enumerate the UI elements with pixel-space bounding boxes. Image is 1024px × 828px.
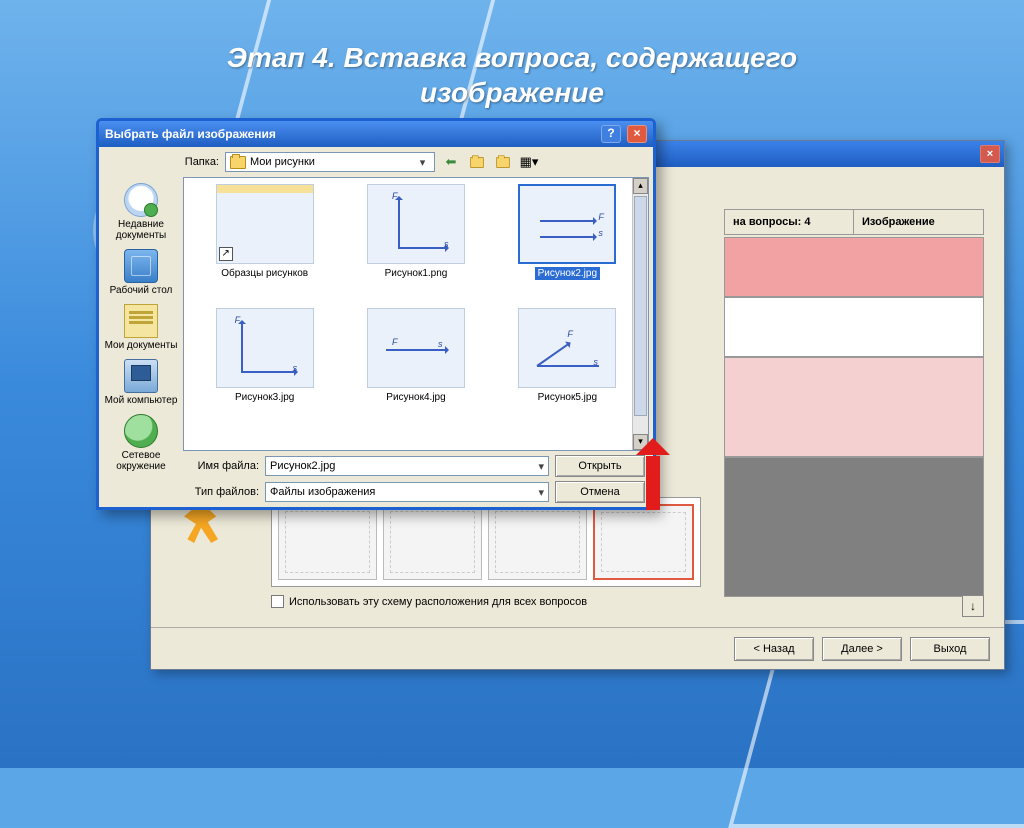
scroll-thumb[interactable] [634, 196, 647, 416]
place-network-label: Сетевое окружение [116, 450, 165, 472]
place-documents[interactable]: Мои документы [103, 302, 179, 353]
place-computer[interactable]: Мой компьютер [103, 357, 179, 408]
dialog-title: Выбрать файл изображения [105, 127, 595, 141]
file-label-1: Рисунок1.png [382, 267, 451, 280]
my-documents-icon [124, 304, 158, 338]
layout-option-4[interactable] [593, 504, 694, 580]
filetype-value: Файлы изображения [270, 486, 375, 498]
filename-input[interactable]: Рисунок2.jpg ▾ [265, 456, 549, 476]
wizard-table-header: на вопросы: 4 Изображение [724, 209, 984, 235]
layout-option-1[interactable] [278, 504, 377, 580]
file-thumb-2: F s [518, 184, 616, 264]
recent-documents-icon [124, 183, 158, 217]
chevron-down-icon[interactable]: ▾ [538, 486, 544, 499]
view-menu-icon[interactable]: ▦▾ [519, 152, 539, 172]
network-icon [124, 414, 158, 448]
file-area-scrollbar[interactable]: ▴ ▾ [632, 178, 648, 450]
place-computer-label: Мой компьютер [105, 395, 178, 406]
dialog-toolbar: Папка: Мои рисунки ▾ ⬅ ▦▾ [99, 147, 653, 177]
dialog-bottom-panel: Имя файла: Рисунок2.jpg ▾ Открыть Тип фа… [99, 451, 653, 507]
use-layout-label: Использовать эту схему расположения для … [289, 596, 587, 608]
exit-button[interactable]: Выход [910, 637, 990, 661]
next-button[interactable]: Далее > [822, 637, 902, 661]
open-button[interactable]: Открыть [555, 455, 645, 477]
wizard-empty-area [724, 457, 984, 597]
wizard-close-icon[interactable]: × [980, 145, 1000, 163]
file-thumb-5: F s [518, 308, 616, 388]
chevron-down-icon[interactable]: ▾ [538, 460, 544, 473]
file-label-3: Рисунок3.jpg [232, 391, 297, 404]
folder-value: Мои рисунки [250, 156, 315, 168]
chevron-down-icon[interactable]: ▾ [415, 156, 430, 169]
close-button-icon[interactable]: × [627, 125, 647, 143]
file-item-2-selected[interactable]: F s Рисунок2.jpg [493, 184, 642, 304]
cancel-button[interactable]: Отмена [555, 481, 645, 503]
layout-option-2[interactable] [383, 504, 482, 580]
place-desktop-label: Рабочий стол [110, 285, 173, 296]
place-recent[interactable]: Недавние документы [103, 181, 179, 243]
file-thumb-samples: ↗ [216, 184, 314, 264]
filetype-select[interactable]: Файлы изображения ▾ [265, 482, 549, 502]
layout-option-3[interactable] [488, 504, 587, 580]
place-network[interactable]: Сетевое окружение [103, 412, 179, 474]
file-item-samples[interactable]: ↗ Образцы рисунков [190, 184, 339, 304]
file-item-1[interactable]: F s Рисунок1.png [341, 184, 490, 304]
file-item-3[interactable]: F s Рисунок3.jpg [190, 308, 339, 428]
file-thumb-4: F s [367, 308, 465, 388]
file-thumb-3: F s [216, 308, 314, 388]
use-layout-checkbox[interactable] [271, 595, 284, 608]
slide-title: Этап 4. Вставка вопроса, содержащего изо… [0, 40, 1024, 110]
file-item-5[interactable]: F s Рисунок5.jpg [493, 308, 642, 428]
file-item-4[interactable]: F s Рисунок4.jpg [341, 308, 490, 428]
folder-combo[interactable]: Мои рисунки ▾ [225, 152, 435, 172]
folder-label: Папка: [179, 156, 219, 168]
file-label-0: Образцы рисунков [218, 267, 311, 280]
wizard-row-selected[interactable] [724, 237, 984, 297]
spin-down-button[interactable]: ↓ [962, 595, 984, 617]
slide-title-line2: изображение [420, 77, 604, 108]
slide-title-line1: Этап 4. Вставка вопроса, содержащего [227, 42, 797, 73]
wizard-row-2[interactable] [724, 297, 984, 357]
wizard-col-time: на вопросы: 4 [724, 209, 854, 235]
file-thumb-1: F s [367, 184, 465, 264]
wizard-footer: < Назад Далее > Выход [151, 627, 1004, 669]
shortcut-icon: ↗ [219, 247, 233, 261]
help-button-icon[interactable]: ? [601, 125, 621, 143]
file-label-4: Рисунок4.jpg [383, 391, 448, 404]
folder-icon [230, 156, 246, 169]
back-icon[interactable]: ⬅ [441, 152, 461, 172]
open-file-dialog: Выбрать файл изображения ? × Папка: Мои … [96, 118, 656, 510]
my-computer-icon [124, 359, 158, 393]
file-label-2: Рисунок2.jpg [535, 267, 600, 280]
place-documents-label: Мои документы [105, 340, 178, 351]
wizard-row-3[interactable] [724, 357, 984, 457]
up-one-level-icon[interactable] [467, 152, 487, 172]
callout-arrow-icon [640, 438, 666, 510]
places-bar: Недавние документы Рабочий стол Мои доку… [99, 177, 183, 451]
desktop-icon [124, 249, 158, 283]
back-button[interactable]: < Назад [734, 637, 814, 661]
filename-label: Имя файла: [189, 460, 259, 472]
wizard-col-image: Изображение [854, 209, 984, 235]
file-label-5: Рисунок5.jpg [535, 391, 600, 404]
new-folder-icon[interactable] [493, 152, 513, 172]
place-desktop[interactable]: Рабочий стол [103, 247, 179, 298]
place-recent-label: Недавние документы [116, 219, 167, 241]
file-list-area[interactable]: ↗ Образцы рисунков F s Рисунок1.png [183, 177, 649, 451]
dialog-titlebar: Выбрать файл изображения ? × [99, 121, 653, 147]
filename-value: Рисунок2.jpg [270, 460, 335, 472]
layout-thumbnails[interactable] [271, 497, 701, 587]
scroll-up-icon[interactable]: ▴ [633, 178, 648, 194]
filetype-label: Тип файлов: [189, 486, 259, 498]
